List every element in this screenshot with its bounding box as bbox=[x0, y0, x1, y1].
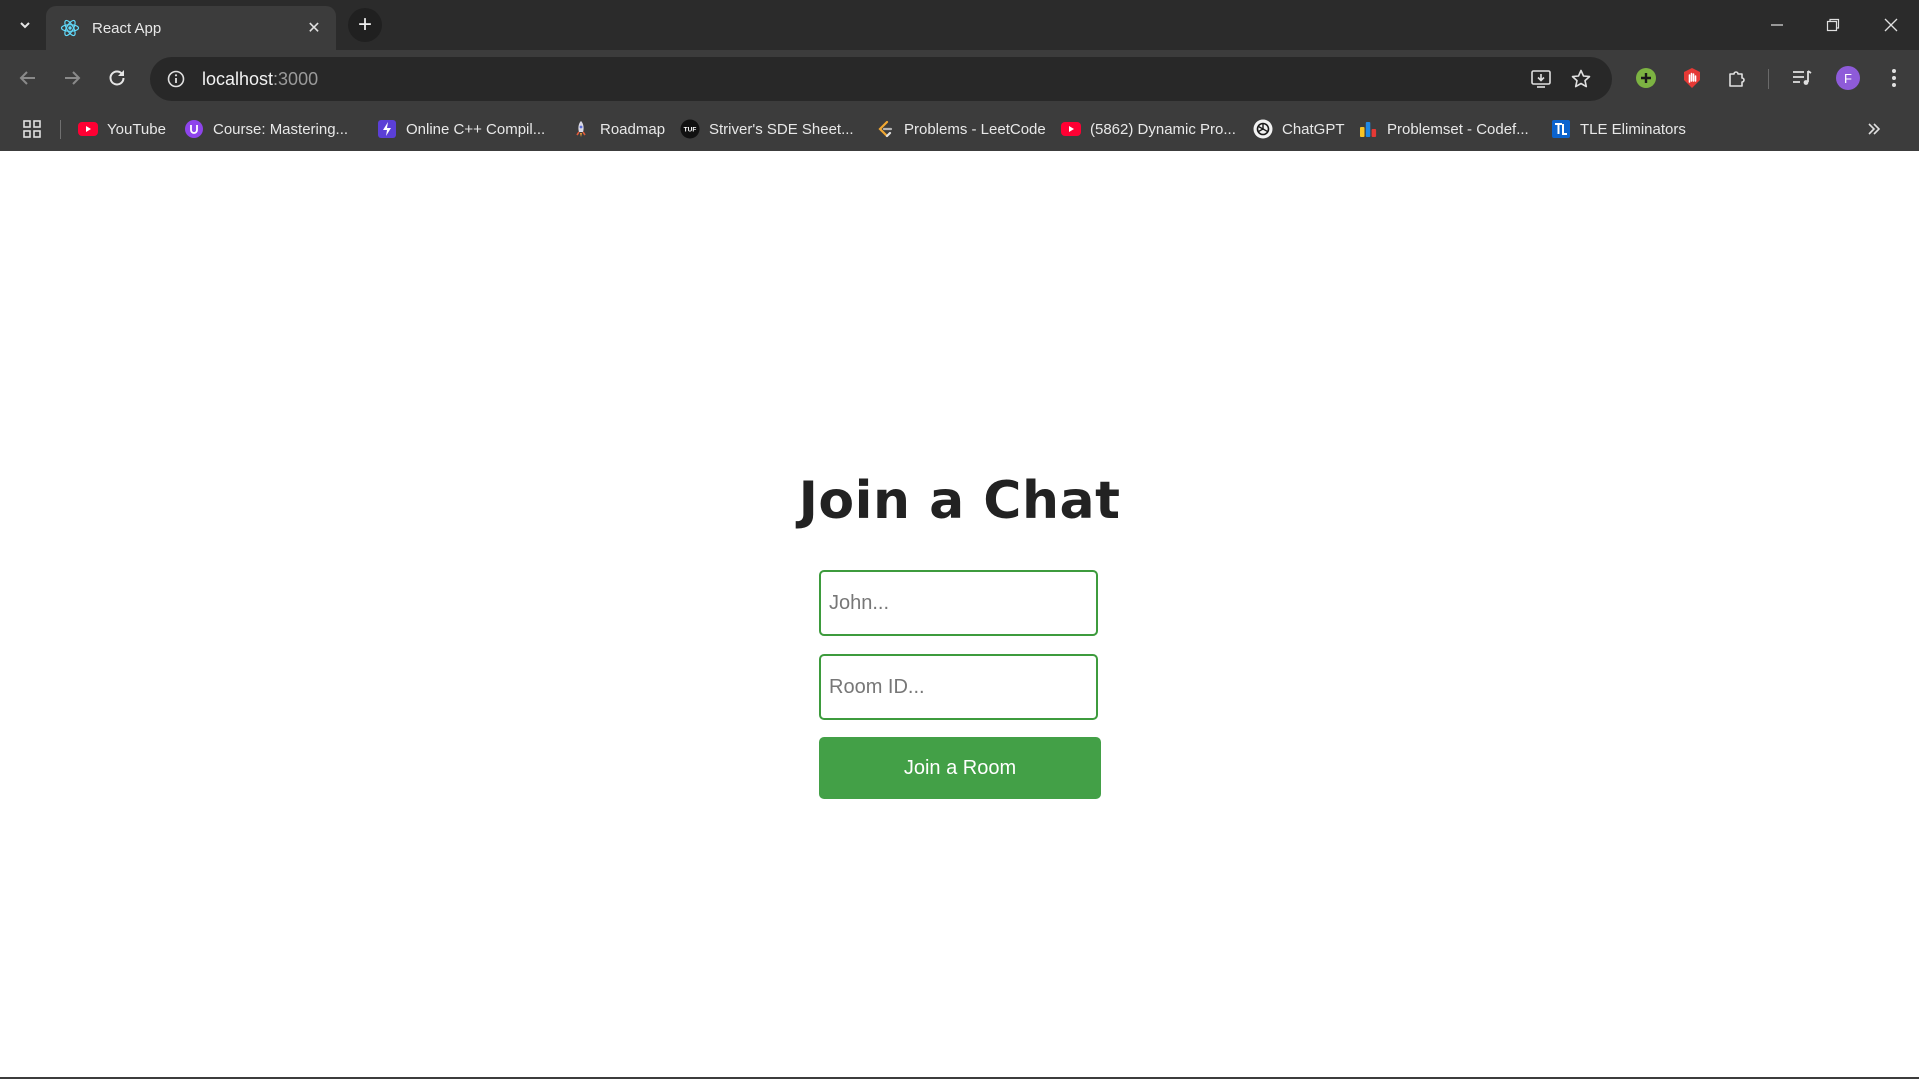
youtube-icon bbox=[78, 119, 98, 139]
page-title: Join a Chat bbox=[798, 471, 1121, 531]
bookmark-roadmap[interactable]: Roadmap bbox=[571, 114, 665, 144]
restore-icon[interactable] bbox=[1805, 0, 1861, 50]
bookmark-codeforces[interactable]: Problemset - Codef... bbox=[1358, 114, 1529, 144]
bookmark-label: Striver's SDE Sheet... bbox=[709, 120, 854, 138]
bookmark-label: Problemset - Codef... bbox=[1387, 120, 1529, 138]
bookmark-label: Problems - LeetCode bbox=[904, 120, 1046, 138]
bookmark-leetcode[interactable]: Problems - LeetCode bbox=[875, 114, 1046, 144]
rocket-icon bbox=[571, 119, 591, 139]
join-room-button[interactable]: Join a Room bbox=[819, 737, 1101, 799]
room-id-input[interactable] bbox=[819, 654, 1098, 720]
back-arrow-icon[interactable] bbox=[9, 59, 47, 97]
bookmark-label: (5862) Dynamic Pro... bbox=[1090, 120, 1236, 138]
react-icon bbox=[60, 18, 80, 38]
tle-icon bbox=[1551, 119, 1571, 139]
tab-react-app[interactable]: React App ✕ bbox=[46, 6, 336, 50]
tuf-icon: TUF bbox=[680, 119, 700, 139]
install-app-icon[interactable] bbox=[1524, 62, 1558, 96]
bookmark-label: ChatGPT bbox=[1282, 120, 1345, 138]
bookmark-online-compiler[interactable]: Online C++ Compil... bbox=[377, 114, 545, 144]
svg-text:TUF: TUF bbox=[684, 127, 697, 134]
bookmark-dynamic-programming[interactable]: (5862) Dynamic Pro... bbox=[1061, 114, 1236, 144]
browser-toolbar: localhost:3000 F bbox=[0, 50, 1919, 107]
bookmark-strivers-sheet[interactable]: TUF Striver's SDE Sheet... bbox=[680, 114, 854, 144]
bookmark-tle-eliminators[interactable]: TLE Eliminators bbox=[1551, 114, 1686, 144]
name-input[interactable] bbox=[819, 570, 1098, 636]
codeforces-icon bbox=[1358, 119, 1378, 139]
bolt-icon bbox=[377, 119, 397, 139]
bookmark-chatgpt[interactable]: ChatGPT bbox=[1253, 114, 1345, 144]
apps-grid-icon[interactable] bbox=[18, 115, 46, 143]
bookmark-label: TLE Eliminators bbox=[1580, 120, 1686, 138]
tab-strip: React App ✕ + bbox=[0, 0, 1919, 50]
bookmark-label: Roadmap bbox=[600, 120, 666, 138]
url-port: :3000 bbox=[273, 68, 319, 89]
page-viewport: Join a Chat Join a Room bbox=[0, 151, 1919, 1079]
url-host: localhost bbox=[202, 68, 274, 89]
tab-search-chevron-icon[interactable] bbox=[12, 12, 38, 38]
browser-menu-icon[interactable] bbox=[1876, 60, 1912, 96]
bookmark-course[interactable]: Course: Mastering... bbox=[184, 114, 348, 144]
extensions-puzzle-icon[interactable] bbox=[1719, 60, 1755, 96]
url-text: localhost:3000 bbox=[202, 69, 318, 90]
toolbar-divider bbox=[1768, 69, 1769, 89]
youtube-icon bbox=[1061, 119, 1081, 139]
tab-title: React App bbox=[92, 19, 162, 37]
more-bookmarks-chevron-icon[interactable] bbox=[1860, 115, 1888, 143]
reload-icon[interactable] bbox=[98, 59, 136, 97]
media-queue-icon[interactable] bbox=[1784, 60, 1820, 96]
bookmark-label: YouTube bbox=[107, 120, 166, 138]
bookmarks-divider bbox=[60, 120, 61, 139]
new-tab-button[interactable]: + bbox=[348, 8, 382, 42]
forward-arrow-icon[interactable] bbox=[53, 59, 91, 97]
green-extension-icon[interactable] bbox=[1628, 60, 1664, 96]
course-icon bbox=[184, 119, 204, 139]
address-bar[interactable]: localhost:3000 bbox=[150, 57, 1612, 101]
browser-chrome: React App ✕ + localhost:3000 F YouTube C… bbox=[0, 0, 1919, 151]
chatgpt-icon bbox=[1253, 119, 1273, 139]
bookmark-label: Online C++ Compil... bbox=[406, 120, 546, 138]
bookmark-star-icon[interactable] bbox=[1564, 62, 1598, 96]
leetcode-icon bbox=[875, 119, 895, 139]
red-hand-extension-icon[interactable] bbox=[1674, 60, 1710, 96]
bookmark-youtube[interactable]: YouTube bbox=[78, 114, 166, 144]
minimize-icon[interactable] bbox=[1749, 0, 1805, 50]
profile-initial: F bbox=[1844, 70, 1852, 86]
bookmarks-bar: YouTube Course: Mastering... Online C++ … bbox=[0, 107, 1919, 151]
close-window-icon[interactable] bbox=[1863, 0, 1919, 50]
close-tab-icon[interactable]: ✕ bbox=[302, 16, 326, 40]
site-info-icon[interactable] bbox=[154, 57, 198, 101]
profile-avatar[interactable]: F bbox=[1830, 60, 1866, 96]
bookmark-label: Course: Mastering... bbox=[213, 120, 349, 138]
